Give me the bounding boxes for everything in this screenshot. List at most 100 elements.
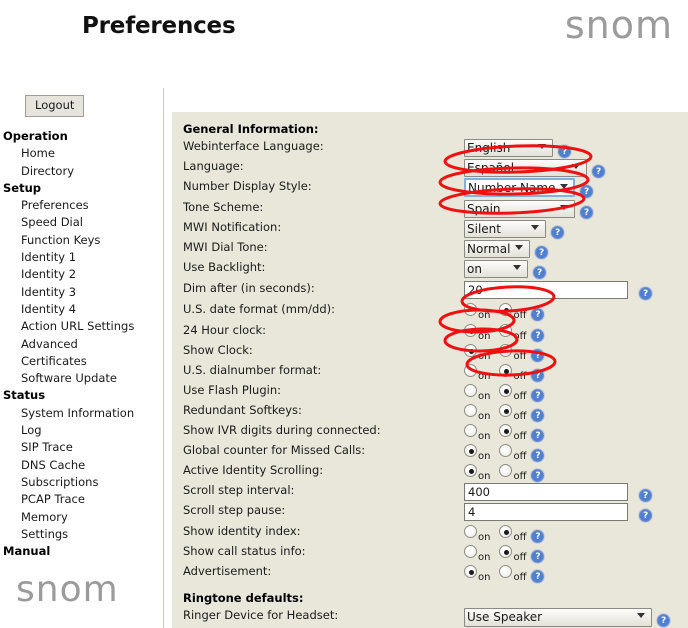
- radiogroup-global-missed-calls: on off?: [464, 441, 545, 462]
- select-mwi-notification[interactable]: Silent: [464, 220, 546, 238]
- row-mwi-dial-tone: MWI Dial Tone: Normal ?: [183, 238, 688, 259]
- sidebar-item-log[interactable]: Log: [0, 422, 164, 439]
- radiogroup-us-dialnumber-format: on off?: [464, 361, 545, 382]
- radio-global-missed-calls-on[interactable]: [464, 444, 477, 457]
- input-scroll-step-pause[interactable]: [464, 503, 628, 521]
- select-language[interactable]: Español: [464, 159, 587, 177]
- sidebar: Logout Operation Home Directory Setup Prefer…: [0, 88, 164, 628]
- select-ringer-device-headset[interactable]: Use Speaker: [464, 607, 652, 627]
- control-tone-scheme: Spain ?: [464, 198, 594, 219]
- row-mwi-notification: MWI Notification: Silent ?: [183, 218, 688, 239]
- page-header: Preferences snom: [0, 0, 688, 72]
- sidebar-item-speed-dial[interactable]: Speed Dial: [0, 214, 164, 231]
- radio-active-identity-scrolling-on[interactable]: [464, 464, 477, 477]
- radio-advertisement-off[interactable]: [499, 565, 513, 578]
- label-24-hour-clock: 24 Hour clock:: [183, 323, 267, 337]
- label-scroll-step-pause: Scroll step pause:: [183, 503, 286, 517]
- help-icon-advertisement[interactable]: ?: [531, 570, 545, 583]
- radio-us-dialnumber-format-off[interactable]: [499, 364, 513, 377]
- sidebar-nav: Operation Home Directory Setup Preferences Sp…: [0, 128, 164, 560]
- logout-button[interactable]: Logout: [25, 95, 85, 117]
- row-show-call-status-info: Show call status info: on off?: [183, 542, 688, 563]
- radio-use-flash-plugin-off[interactable]: [499, 384, 513, 397]
- radio-us-date-format-on[interactable]: [464, 303, 477, 316]
- sidebar-item-advanced[interactable]: Advanced: [0, 336, 164, 353]
- label-tone-scheme: Tone Scheme:: [183, 200, 264, 214]
- radio-show-ivr-digits-on[interactable]: [464, 424, 477, 437]
- sidebar-item-pcap-trace[interactable]: PCAP Trace: [0, 491, 164, 508]
- radio-show-identity-index-off[interactable]: [499, 525, 513, 538]
- radiogroup-redundant-softkeys: on off?: [464, 401, 545, 422]
- radio-24-hour-clock-on[interactable]: [464, 324, 477, 337]
- sidebar-item-preferences[interactable]: Preferences: [0, 197, 164, 214]
- control-number-display-style: Number Name ?: [464, 177, 594, 198]
- sidebar-item-identity-1[interactable]: Identity 1: [0, 249, 164, 266]
- radio-show-call-status-info-off[interactable]: [499, 545, 513, 558]
- sidebar-item-system-information[interactable]: System Information: [0, 405, 164, 422]
- label-dim-after: Dim after (in seconds):: [183, 281, 315, 295]
- select-mwi-dial-tone[interactable]: Normal: [464, 240, 530, 258]
- radio-label-us-date-format-on: on: [478, 310, 491, 321]
- sidebar-item-function-keys[interactable]: Function Keys: [0, 232, 164, 249]
- select-webinterface-language[interactable]: English: [464, 139, 553, 157]
- help-icon-number-display-style[interactable]: ?: [580, 185, 594, 198]
- help-icon-ringer-device-headset[interactable]: ?: [657, 614, 671, 627]
- help-icon-scroll-step-pause[interactable]: ?: [639, 509, 653, 522]
- radio-redundant-softkeys-on[interactable]: [464, 404, 477, 417]
- radio-advertisement-on[interactable]: [464, 565, 477, 578]
- label-us-date-format: U.S. date format (mm/dd):: [183, 302, 336, 316]
- sidebar-item-action-url-settings[interactable]: Action URL Settings: [0, 318, 164, 335]
- sidebar-item-identity-3[interactable]: Identity 3: [0, 284, 164, 301]
- select-use-backlight[interactable]: on: [464, 260, 528, 278]
- sidebar-group-setup: Setup: [3, 180, 41, 195]
- radio-show-clock-off[interactable]: [499, 344, 513, 357]
- radio-use-flash-plugin-on[interactable]: [464, 384, 477, 397]
- radiogroup-advertisement: on off?: [464, 562, 545, 583]
- help-icon-use-backlight[interactable]: ?: [533, 266, 547, 279]
- select-number-display-style[interactable]: Number Name: [464, 178, 575, 197]
- sidebar-item-directory[interactable]: Directory: [0, 163, 164, 180]
- label-use-backlight: Use Backlight:: [183, 260, 266, 274]
- label-show-call-status-info: Show call status info:: [183, 544, 306, 558]
- sidebar-item-sip-trace[interactable]: SIP Trace: [0, 439, 164, 456]
- help-icon-dim-after[interactable]: ?: [639, 287, 653, 300]
- help-icon-us-date-format[interactable]: ?: [531, 308, 545, 321]
- input-scroll-step-interval[interactable]: [464, 483, 628, 501]
- row-show-ivr-digits: Show IVR digits during connected: on off?: [183, 421, 688, 442]
- label-show-clock: Show Clock:: [183, 343, 253, 357]
- sidebar-item-identity-2[interactable]: Identity 2: [0, 266, 164, 283]
- row-advertisement: Advertisement: on off?: [183, 562, 688, 583]
- label-webinterface-language: Webinterface Language:: [183, 139, 324, 153]
- radio-show-identity-index-on[interactable]: [464, 525, 477, 538]
- sidebar-item-home[interactable]: Home: [0, 145, 164, 162]
- radio-global-missed-calls-off[interactable]: [499, 444, 513, 457]
- radiogroup-show-clock: on off?: [464, 341, 545, 362]
- sidebar-group-operation: Operation: [3, 129, 68, 143]
- sidebar-item-certificates[interactable]: Certificates: [0, 353, 164, 370]
- radio-show-clock-on[interactable]: [464, 344, 477, 357]
- sidebar-item-subscriptions[interactable]: Subscriptions: [0, 474, 164, 491]
- radio-label-advertisement-off: off: [513, 572, 527, 583]
- label-redundant-softkeys: Redundant Softkeys:: [183, 403, 302, 417]
- section-heading-general-information: General Information:: [183, 122, 319, 136]
- sidebar-item-settings[interactable]: Settings: [0, 526, 164, 543]
- radio-show-call-status-info-on[interactable]: [464, 545, 477, 558]
- control-scroll-step-interval: ?: [464, 481, 653, 502]
- radio-active-identity-scrolling-off[interactable]: [499, 464, 513, 477]
- label-us-dialnumber-format: U.S. dialnumber format:: [183, 363, 322, 377]
- sidebar-group-status: Status: [3, 388, 46, 403]
- radio-us-date-format-off[interactable]: [499, 303, 513, 316]
- sidebar-item-identity-4[interactable]: Identity 4: [0, 301, 164, 318]
- input-dim-after[interactable]: [464, 281, 628, 299]
- row-us-dialnumber-format: U.S. dialnumber format: on off?: [183, 361, 688, 382]
- sidebar-item-dns-cache[interactable]: DNS Cache: [0, 457, 164, 474]
- radio-show-ivr-digits-off[interactable]: [499, 424, 513, 437]
- select-tone-scheme[interactable]: Spain: [464, 200, 575, 218]
- radio-24-hour-clock-off[interactable]: [499, 324, 513, 337]
- sidebar-item-memory[interactable]: Memory: [0, 509, 164, 526]
- row-scroll-step-interval: Scroll step interval: ?: [183, 481, 688, 502]
- sidebar-item-software-update[interactable]: Software Update: [0, 370, 164, 387]
- radio-us-dialnumber-format-on[interactable]: [464, 364, 477, 377]
- radio-label-us-date-format-off: off: [513, 310, 527, 321]
- radio-redundant-softkeys-off[interactable]: [499, 404, 513, 417]
